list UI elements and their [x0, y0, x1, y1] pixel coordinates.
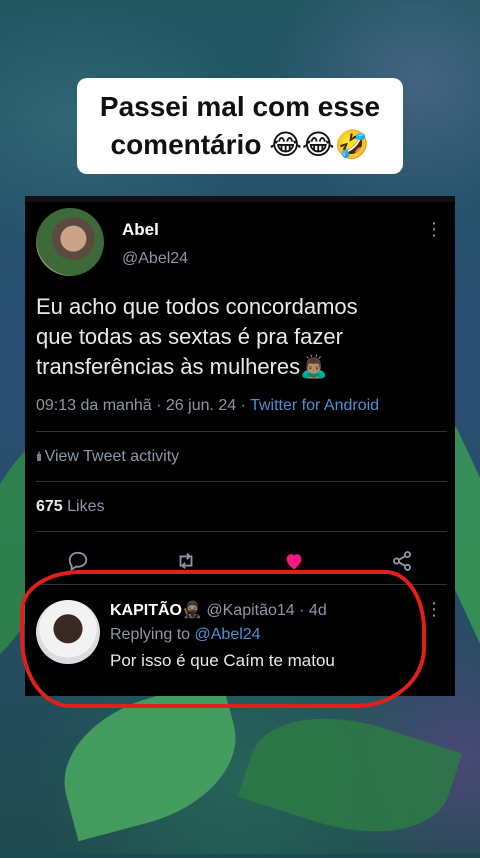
tweet-activity-link[interactable]: ılı View Tweet activity — [36, 448, 179, 466]
tweet-text-line: transferências às mulheres🙇🏽‍♂️ — [36, 354, 328, 379]
reply-text: Por isso é que Caím te matou — [110, 651, 335, 670]
reply-item[interactable]: KAPITÃO🥷🏽 @Kapitão14 · 4d Replying to @A… — [25, 588, 455, 696]
tweet-text-line: que todas as sextas é pra fazer — [36, 324, 343, 349]
tweet-time: 09:13 da manhã — [36, 397, 152, 414]
likes-label: Likes — [67, 498, 105, 515]
avatar[interactable] — [36, 208, 104, 276]
more-icon[interactable]: ⋮ — [425, 220, 443, 238]
reply-header: KAPITÃO🥷🏽 @Kapitão14 · 4d — [110, 602, 327, 619]
reply-author-handle[interactable]: @Kapitão14 — [206, 602, 294, 619]
like-icon[interactable] — [281, 548, 307, 574]
reply-author-name[interactable]: KAPITÃO🥷🏽 — [110, 602, 202, 619]
replying-handle[interactable]: @Abel24 — [195, 626, 261, 643]
reply-age: 4d — [308, 602, 327, 619]
caption-line-2: comentário 😂😂🤣 — [110, 129, 370, 160]
top-bar — [25, 196, 455, 202]
divider — [36, 481, 447, 482]
divider — [36, 531, 447, 532]
tweet-source[interactable]: Twitter for Android — [250, 397, 379, 414]
author-name[interactable]: Abel — [122, 220, 159, 240]
retweet-icon[interactable] — [173, 548, 199, 574]
caption-box: Passei mal com esse comentário 😂😂🤣 — [77, 78, 403, 174]
activity-label: View Tweet activity — [44, 448, 180, 465]
caption-line-1: Passei mal com esse — [99, 91, 381, 122]
replying-to: Replying to @Abel24 — [110, 626, 261, 644]
reply-avatar[interactable] — [36, 600, 100, 664]
bar-chart-icon: ılı — [36, 449, 42, 464]
likes-number: 675 — [36, 498, 63, 515]
tweet-meta: 09:13 da manhã · 26 jun. 24 · Twitter fo… — [36, 397, 380, 414]
tweet-text: Eu acho que todos concordamos que todas … — [36, 292, 441, 382]
more-icon[interactable]: ⋮ — [425, 600, 443, 618]
reply-icon[interactable] — [65, 548, 91, 574]
tweet-card: Abel @Abel24 ⋮ Eu acho que todos concord… — [25, 196, 455, 696]
action-bar — [65, 546, 415, 576]
tweet-text-line: Eu acho que todos concordamos — [36, 294, 358, 319]
likes-count[interactable]: 675 Likes — [36, 498, 105, 516]
share-icon[interactable] — [389, 548, 415, 574]
tweet-date: 26 jun. 24 — [165, 397, 237, 414]
divider — [36, 431, 447, 432]
author-handle[interactable]: @Abel24 — [122, 250, 188, 268]
divider — [36, 584, 447, 585]
replying-prefix: Replying to — [110, 626, 191, 643]
